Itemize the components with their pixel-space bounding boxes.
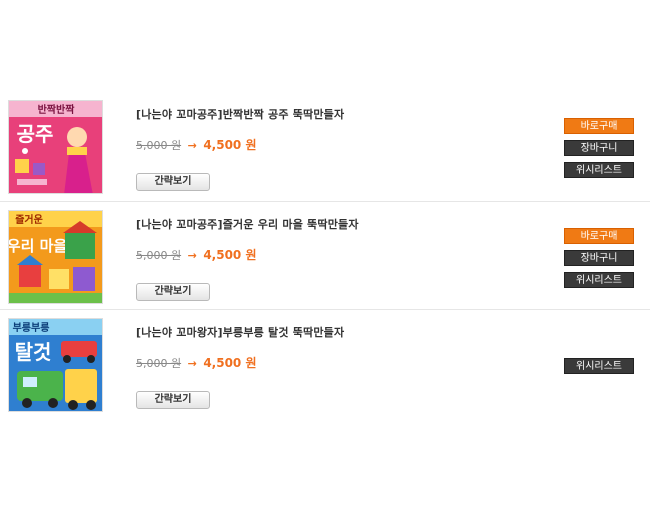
list-item: 반짝반짝 공주 [나는야 꼬마공주]반짝반짝 공주 뚝딱만들자 5,000 원 … xyxy=(0,92,650,202)
list-item: 즐거운 우리 마을 [나는야 꼬마공주]즐거운 우리 마을 뚝딱만들자 5,00… xyxy=(0,202,650,310)
sale-price: 4,500 원 xyxy=(203,356,257,370)
product-title[interactable]: [나는야 꼬마공주]반짝반짝 공주 뚝딱만들자 xyxy=(136,106,344,122)
quick-view-button[interactable]: 간략보기 xyxy=(136,391,210,409)
product-list: 반짝반짝 공주 [나는야 꼬마공주]반짝반짝 공주 뚝딱만들자 5,000 원 … xyxy=(0,92,650,417)
product-thumbnail[interactable]: 즐거운 우리 마을 xyxy=(8,210,103,304)
sale-price: 4,500 원 xyxy=(203,138,257,152)
action-buttons: 바로구매 장바구니 위시리스트 xyxy=(564,118,634,184)
action-buttons: 위시리스트 xyxy=(564,358,634,380)
product-title[interactable]: [나는야 꼬마왕자]부릉부릉 탈것 뚝딱만들자 xyxy=(136,324,344,340)
cover-text-top: 부릉부릉 xyxy=(13,322,50,334)
arrow-icon: → xyxy=(187,249,197,262)
buy-now-button[interactable]: 바로구매 xyxy=(564,228,634,244)
action-buttons: 바로구매 장바구니 위시리스트 xyxy=(564,228,634,294)
cover-text-top: 반짝반짝 xyxy=(38,103,76,116)
add-to-cart-button[interactable]: 장바구니 xyxy=(564,250,634,266)
arrow-icon: → xyxy=(187,357,197,370)
cover-text-main: 공주 xyxy=(17,122,54,146)
price-info: 5,000 원 → 4,500 원 xyxy=(136,136,257,153)
add-to-cart-button[interactable]: 장바구니 xyxy=(564,140,634,156)
buy-now-button[interactable]: 바로구매 xyxy=(564,118,634,134)
sale-price: 4,500 원 xyxy=(203,248,257,262)
product-thumbnail[interactable]: 반짝반짝 공주 xyxy=(8,100,103,194)
wishlist-button[interactable]: 위시리스트 xyxy=(564,162,634,178)
original-price: 5,000 원 xyxy=(136,357,182,370)
cover-text-top: 즐거운 xyxy=(15,213,43,226)
quick-view-button[interactable]: 간략보기 xyxy=(136,173,210,191)
cover-text-main: 우리 마을 xyxy=(9,237,67,255)
original-price: 5,000 원 xyxy=(136,249,182,262)
wishlist-button[interactable]: 위시리스트 xyxy=(564,272,634,288)
list-item: 부릉부릉 탈것 [나는야 꼬마왕자]부릉부릉 탈것 뚝딱만들자 5,000 원 … xyxy=(0,310,650,417)
price-info: 5,000 원 → 4,500 원 xyxy=(136,354,257,371)
price-info: 5,000 원 → 4,500 원 xyxy=(136,246,257,263)
product-thumbnail[interactable]: 부릉부릉 탈것 xyxy=(8,318,103,412)
product-title[interactable]: [나는야 꼬마공주]즐거운 우리 마을 뚝딱만들자 xyxy=(136,216,359,232)
wishlist-button[interactable]: 위시리스트 xyxy=(564,358,634,374)
quick-view-button[interactable]: 간략보기 xyxy=(136,283,210,301)
arrow-icon: → xyxy=(187,139,197,152)
cover-text-main: 탈것 xyxy=(15,340,52,364)
original-price: 5,000 원 xyxy=(136,139,182,152)
